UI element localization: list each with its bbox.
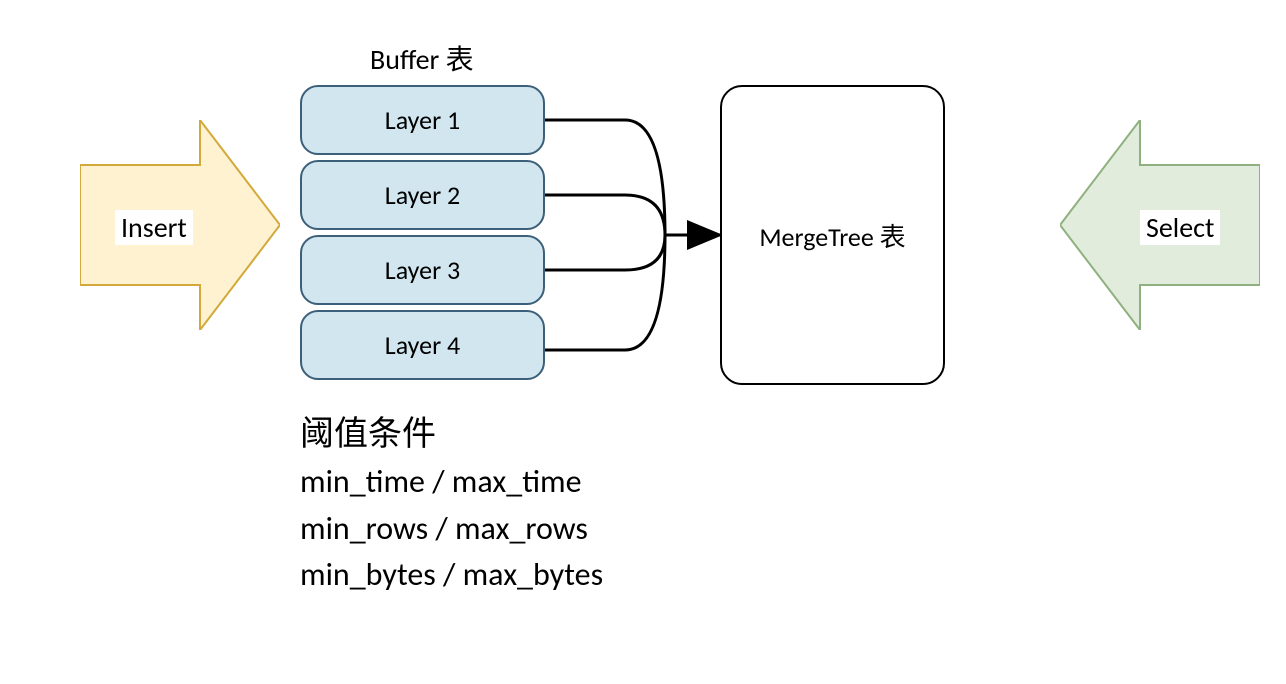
threshold-title: 阈值条件: [300, 410, 603, 459]
buffer-layers-group: Layer 1 Layer 2 Layer 3 Layer 4: [300, 85, 545, 380]
insert-arrow-label: Insert: [115, 210, 193, 245]
threshold-line-1: min_time / max_time: [300, 459, 603, 505]
buffer-layer-2: Layer 2: [300, 160, 545, 230]
insert-arrow: Insert: [80, 120, 280, 330]
select-arrow-label: Select: [1140, 210, 1220, 245]
buffer-layer-1: Layer 1: [300, 85, 545, 155]
buffer-layer-4: Layer 4: [300, 310, 545, 380]
threshold-conditions: 阈值条件 min_time / max_time min_rows / max_…: [300, 410, 603, 598]
buffer-table-title: Buffer 表: [370, 38, 474, 78]
buffer-layer-3: Layer 3: [300, 235, 545, 305]
mergetree-table-box: MergeTree 表: [720, 85, 945, 385]
threshold-line-3: min_bytes / max_bytes: [300, 552, 603, 598]
flow-connectors: [545, 85, 725, 395]
threshold-line-2: min_rows / max_rows: [300, 506, 603, 552]
select-arrow: Select: [1060, 120, 1260, 330]
